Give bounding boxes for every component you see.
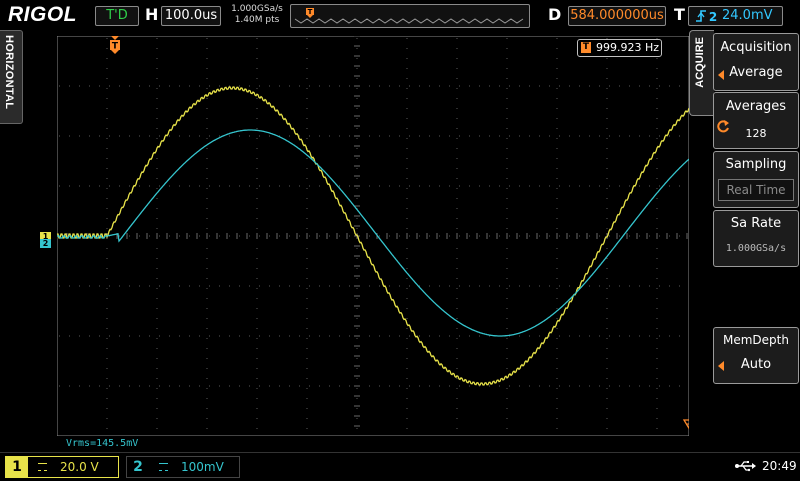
channel2-number: 2	[133, 459, 143, 475]
dc-coupling-icon	[159, 463, 168, 471]
run-status-badge[interactable]: T'D	[95, 6, 139, 26]
sampling-value: Real Time	[718, 179, 794, 201]
horizontal-tab-label: HORIZONTAL	[3, 35, 15, 110]
svg-text:2: 2	[709, 10, 717, 24]
rising-edge-trigger-icon	[696, 10, 706, 22]
channel2-source-icon: 2	[709, 10, 717, 24]
sa-rate-title: Sa Rate	[730, 216, 782, 231]
acquisition-info: 1.000GSa/s 1.40M pts	[228, 4, 286, 26]
usb-icon	[735, 461, 756, 472]
channel1-status[interactable]: 1 20.0 V	[5, 456, 119, 478]
sampling-title: Sampling	[725, 157, 787, 172]
mem-depth-title: MemDepth	[723, 333, 789, 347]
channel2-offset-marker[interactable]: 2	[40, 239, 51, 248]
trigger-counter-icon: T	[581, 42, 591, 53]
channel1-scale: 20.0 V	[60, 460, 99, 474]
trigger-level-value: 24.0mV	[722, 8, 773, 23]
clock: 20:49	[762, 459, 797, 473]
bottom-status-bar	[0, 452, 800, 481]
rigol-logo: RIGOL	[8, 3, 77, 26]
sample-rate-text: 1.000GSa/s	[231, 4, 283, 14]
trigger-settings-box[interactable]: 2 24.0mV	[688, 6, 783, 26]
delay-label: D	[548, 5, 562, 24]
menu-sa-rate[interactable]: Sa Rate 1.000GSa/s	[713, 210, 799, 267]
channel1-number: 1	[6, 457, 28, 477]
mem-depth-value: Auto	[740, 357, 772, 372]
acquire-tab-label: ACQUIRE	[694, 37, 706, 88]
acquisition-value: Average	[729, 65, 783, 80]
frequency-value: 999.923 Hz	[596, 41, 660, 54]
dc-coupling-icon	[38, 463, 47, 471]
averages-title: Averages	[725, 99, 787, 114]
waveform-display[interactable]: T	[57, 36, 689, 436]
timebase-value[interactable]: 100.0us	[161, 6, 221, 26]
menu-averages[interactable]: Averages 128	[713, 92, 799, 149]
memory-points-text: 1.40M pts	[234, 15, 280, 25]
acquire-menu-tab[interactable]: ACQUIRE	[689, 30, 714, 116]
channel2-scale: 100mV	[181, 460, 224, 474]
menu-mem-depth[interactable]: MemDepth Auto	[713, 327, 799, 384]
acquisition-title: Acquisition	[720, 40, 792, 55]
horizontal-menu-tab[interactable]: HORIZONTAL	[0, 30, 23, 124]
frequency-counter: T 999.923 Hz	[577, 39, 662, 57]
horizontal-label: H	[145, 5, 159, 24]
trigger-label: T	[674, 5, 685, 24]
trigger-delay-value[interactable]: 584.000000us	[568, 6, 666, 26]
svg-text:T: T	[308, 8, 313, 16]
menu-sampling[interactable]: Sampling Real Time	[713, 151, 799, 208]
averages-value: 128	[745, 127, 767, 140]
memory-waveform-preview: T	[292, 6, 528, 26]
sa-rate-value: 1.000GSa/s	[725, 243, 787, 254]
channel2-status[interactable]: 2 100mV	[126, 456, 240, 478]
menu-acquisition[interactable]: Acquisition Average	[713, 33, 799, 91]
vrms-measurement: Vrms=145.5mV	[66, 438, 139, 449]
memory-overview-bar[interactable]: T	[290, 4, 530, 28]
